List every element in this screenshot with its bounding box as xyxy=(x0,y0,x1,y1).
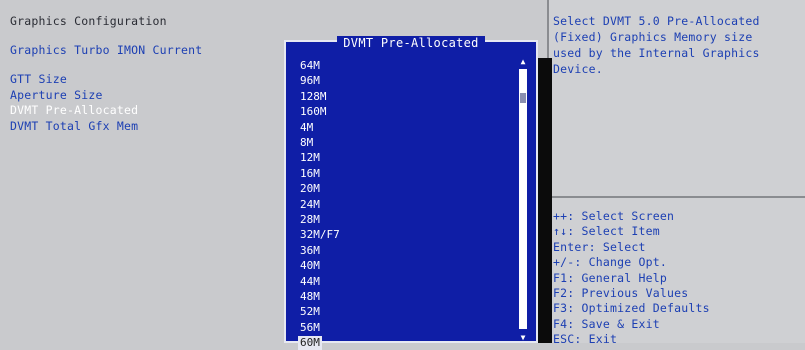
option-28m[interactable]: 28M xyxy=(300,213,320,227)
help-description: Select DVMT 5.0 Pre-Allocated (Fixed) Gr… xyxy=(553,14,760,76)
option-64m[interactable]: 64M xyxy=(300,59,320,73)
option-20m[interactable]: 20M xyxy=(300,182,320,196)
help-key-exit: ESC: Exit xyxy=(553,332,618,346)
scrollbar-track[interactable] xyxy=(519,69,527,329)
help-key-enter: Enter: Select xyxy=(553,240,646,254)
option-60m[interactable]: 60M xyxy=(298,336,322,350)
help-key-select-screen: ++: Select Screen xyxy=(553,209,675,223)
option-52m[interactable]: 52M xyxy=(300,305,320,319)
popup-title: DVMT Pre-Allocated xyxy=(286,32,536,51)
help-key-previous-values: F2: Previous Values xyxy=(553,286,689,300)
option-24m[interactable]: 24M xyxy=(300,198,320,212)
option-44m[interactable]: 44M xyxy=(300,275,320,289)
scrollbar-thumb[interactable] xyxy=(520,93,526,103)
help-divider xyxy=(549,196,805,198)
option-4m[interactable]: 4M xyxy=(300,121,313,135)
option-12m[interactable]: 12M xyxy=(300,151,320,165)
option-48m[interactable]: 48M xyxy=(300,290,320,304)
help-key-select-item: ↑↓: Select Item xyxy=(553,224,660,238)
setting-dvmt-total-gfx-mem[interactable]: DVMT Total Gfx Mem xyxy=(10,119,138,133)
help-key-optimized-defaults: F3: Optimized Defaults xyxy=(553,301,710,315)
setting-gtt-size[interactable]: GTT Size xyxy=(10,72,67,86)
option-160m[interactable]: 160M xyxy=(300,105,327,119)
help-key-general-help: F1: General Help xyxy=(553,271,667,285)
option-56m[interactable]: 56M xyxy=(300,321,320,335)
option-128m[interactable]: 128M xyxy=(300,90,327,104)
option-8m[interactable]: 8M xyxy=(300,136,313,150)
setting-dvmt-pre-allocated[interactable]: DVMT Pre-Allocated xyxy=(10,103,138,117)
down-arrow-icon[interactable]: ▼ xyxy=(518,333,528,343)
setting-graphics-turbo-imon-current[interactable]: Graphics Turbo IMON Current xyxy=(10,43,202,57)
help-panel: Select DVMT 5.0 Pre-Allocated (Fixed) Gr… xyxy=(547,0,805,346)
popup-scrollbar[interactable]: ▲ ▼ xyxy=(518,57,528,343)
option-32m-f7[interactable]: 32M/F7 xyxy=(300,228,340,242)
page-title: Graphics Configuration xyxy=(10,14,167,28)
help-key-change-opt: +/-: Change Opt. xyxy=(553,255,667,269)
option-36m[interactable]: 36M xyxy=(300,244,320,258)
dvmt-options-popup: DVMT Pre-Allocated 64M 96M 128M 160M 4M … xyxy=(284,36,538,350)
setting-aperture-size[interactable]: Aperture Size xyxy=(10,88,103,102)
up-arrow-icon[interactable]: ▲ xyxy=(518,57,528,67)
option-40m[interactable]: 40M xyxy=(300,259,320,273)
option-16m[interactable]: 16M xyxy=(300,167,320,181)
option-96m[interactable]: 96M xyxy=(300,74,320,88)
help-key-save-exit: F4: Save & Exit xyxy=(553,317,660,331)
popup-shadow xyxy=(538,58,552,343)
